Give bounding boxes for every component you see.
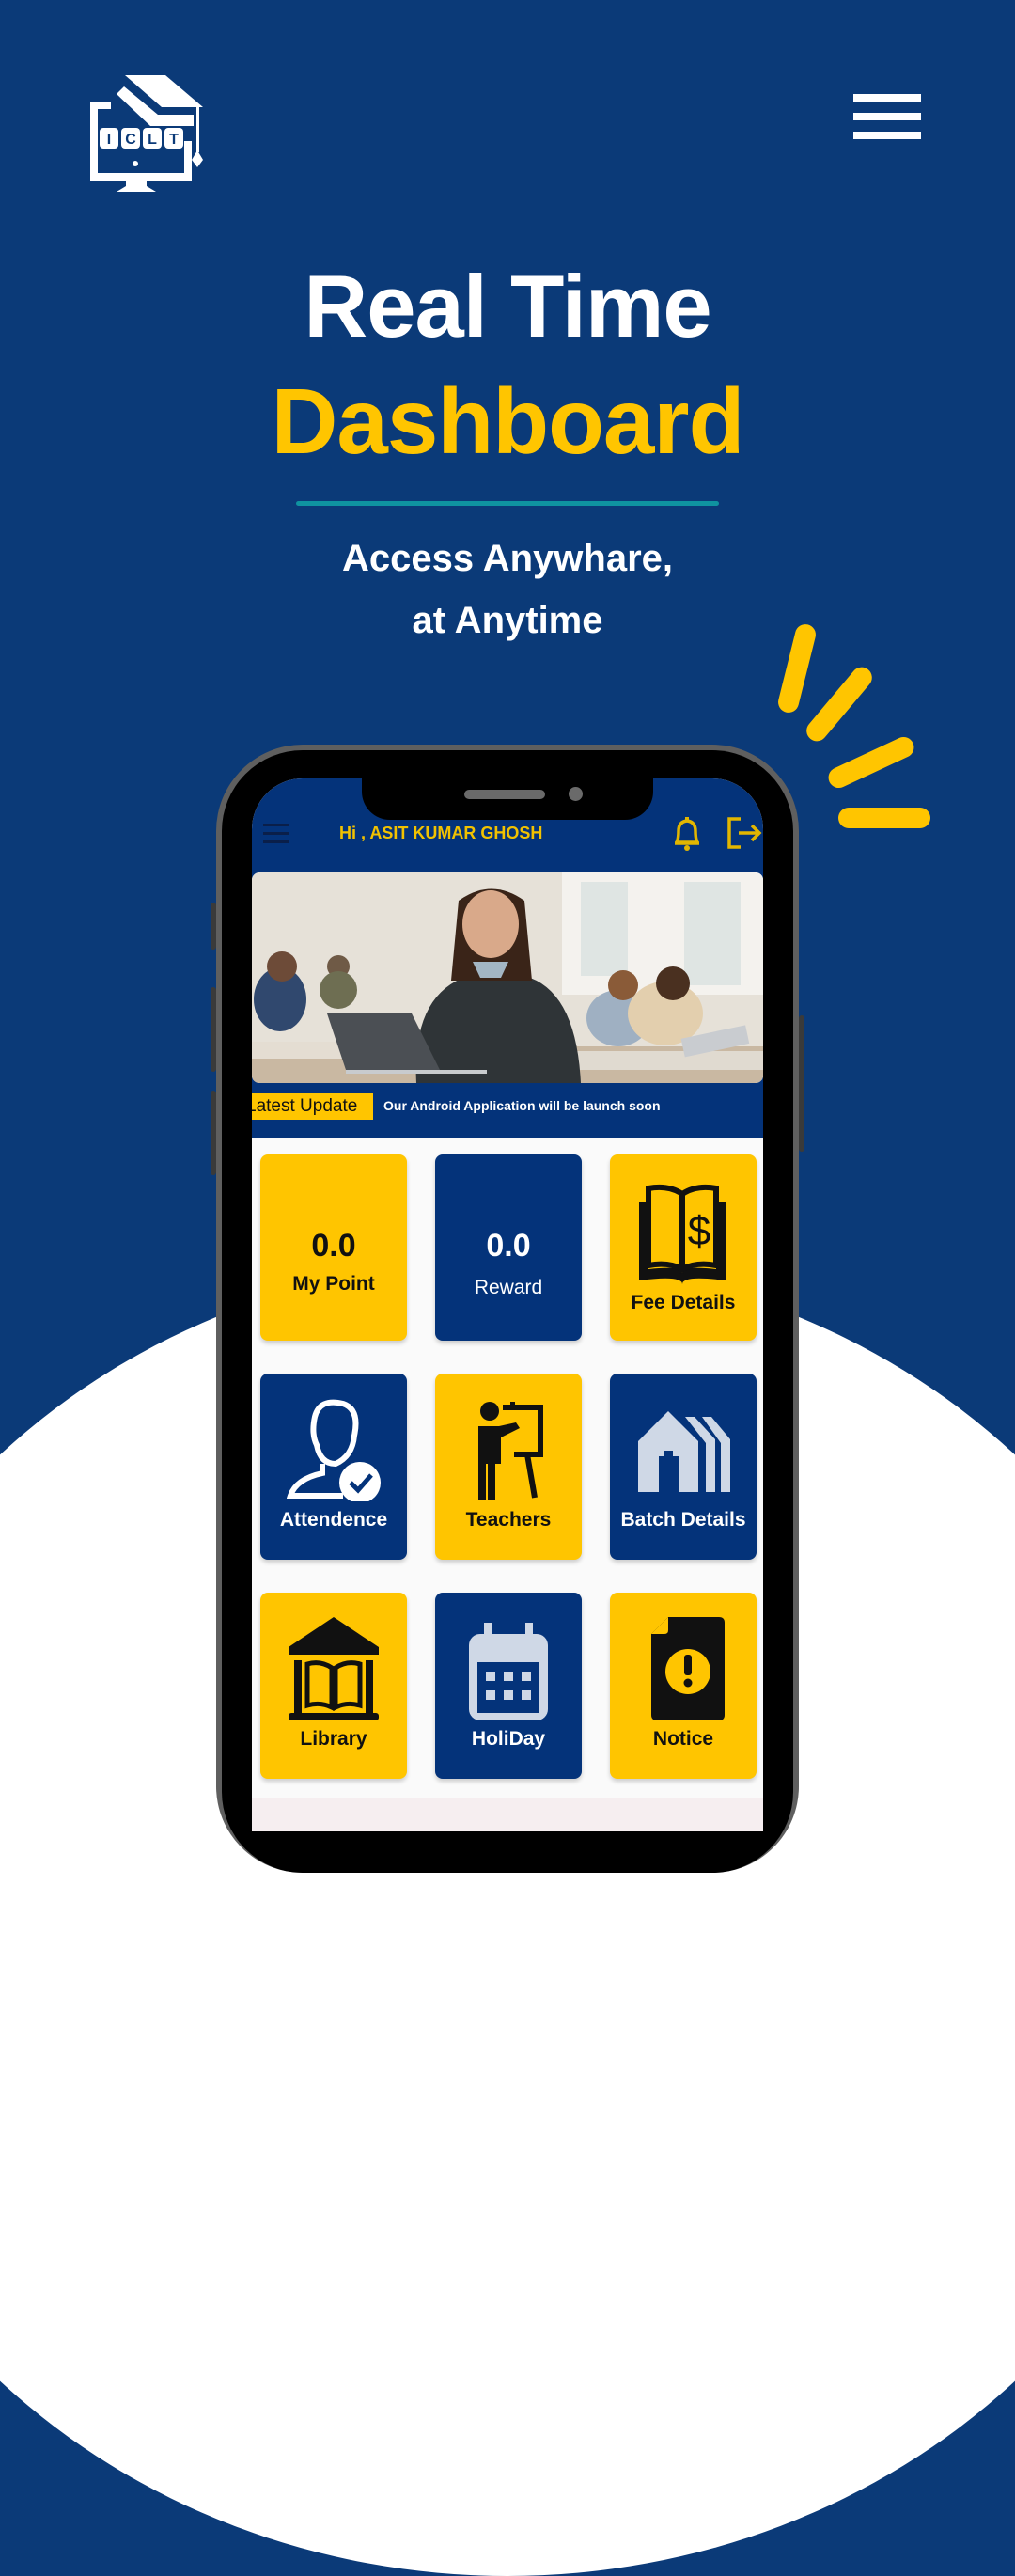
phone-side-button <box>211 1091 216 1175</box>
hero-title-line2: Dashboard <box>271 369 745 473</box>
hero-subtitle-line2: at Anytime <box>412 600 603 641</box>
decorative-ray <box>838 808 930 828</box>
menu-bar <box>263 824 289 826</box>
user-greeting: Hi , ASIT KUMAR GHOSH <box>339 824 543 842</box>
menu-bar <box>263 840 289 843</box>
phone-camera <box>569 787 583 801</box>
reward-value: 0.0 <box>486 1228 531 1264</box>
menu-bar <box>853 94 921 102</box>
svg-text:$: $ <box>688 1208 710 1254</box>
hamburger-menu-button[interactable] <box>851 92 921 141</box>
my-point-value: 0.0 <box>311 1228 356 1264</box>
svg-text:L: L <box>148 132 157 148</box>
tile-teachers[interactable]: Teachers <box>435 1374 582 1560</box>
svg-text:C: C <box>125 132 136 148</box>
tile-label: Reward <box>474 1277 543 1298</box>
tile-attendence[interactable]: Attendence <box>260 1374 407 1560</box>
tile-label: Fee Details <box>631 1292 736 1313</box>
tile-notice[interactable]: Notice <box>610 1593 757 1779</box>
hero-banner-image <box>252 872 763 1083</box>
hero-title-line1: Real Time <box>304 257 711 355</box>
app-screen: Hi , ASIT KUMAR GHOSH Latest Update Our … <box>252 778 763 1831</box>
menu-bar <box>853 113 921 120</box>
bell-icon[interactable] <box>671 814 703 852</box>
logout-icon[interactable] <box>726 814 763 852</box>
phone-side-button <box>799 1015 804 1152</box>
tile-label: Attendence <box>279 1509 388 1531</box>
title-divider <box>296 501 719 506</box>
phone-side-button <box>211 987 216 1072</box>
book-dollar-icon: $ <box>639 1184 726 1284</box>
buildings-icon <box>638 1411 730 1492</box>
tile-label: Library <box>300 1728 367 1750</box>
ticker-message: Our Android Application will be launch s… <box>383 1098 661 1113</box>
decorative-ray <box>824 733 918 792</box>
phone-speaker <box>464 790 545 799</box>
tile-batch-details[interactable]: Batch Details <box>610 1374 757 1560</box>
library-icon <box>289 1617 379 1720</box>
latest-update-ticker: Latest Update Our Android Application wi… <box>252 1093 763 1122</box>
tile-label: Batch Details <box>620 1509 746 1531</box>
notice-alert-icon <box>651 1617 725 1720</box>
tile-fee-details[interactable]: $ Fee Details <box>610 1154 757 1341</box>
calendar-icon <box>469 1623 548 1720</box>
app-menu-button[interactable] <box>263 824 291 844</box>
ticker-label: Latest Update <box>252 1093 373 1120</box>
tile-label: HoliDay <box>471 1728 546 1750</box>
phone-side-button <box>211 903 216 950</box>
tile-library[interactable]: Library <box>260 1593 407 1779</box>
tile-label: Notice <box>652 1728 714 1750</box>
bottom-strip <box>252 1798 763 1831</box>
svg-text:T: T <box>169 132 179 148</box>
tile-label: Teachers <box>465 1509 552 1531</box>
logo-letters: I C L T <box>100 128 183 149</box>
menu-bar <box>853 132 921 139</box>
hero-subtitle-line1: Access Anywhare, <box>341 538 674 579</box>
decorative-ray <box>802 663 877 746</box>
teacher-board-icon <box>478 1402 543 1500</box>
tile-holiday[interactable]: HoliDay <box>435 1593 582 1779</box>
user-check-icon <box>287 1399 381 1501</box>
svg-text:I: I <box>107 132 111 148</box>
tile-my-point[interactable]: 0.0 My Point <box>260 1154 407 1341</box>
iclt-logo: I C L T <box>90 75 203 192</box>
menu-bar <box>263 832 289 835</box>
tile-label: My Point <box>292 1273 375 1295</box>
tile-reward[interactable]: 0.0 Reward <box>435 1154 582 1341</box>
